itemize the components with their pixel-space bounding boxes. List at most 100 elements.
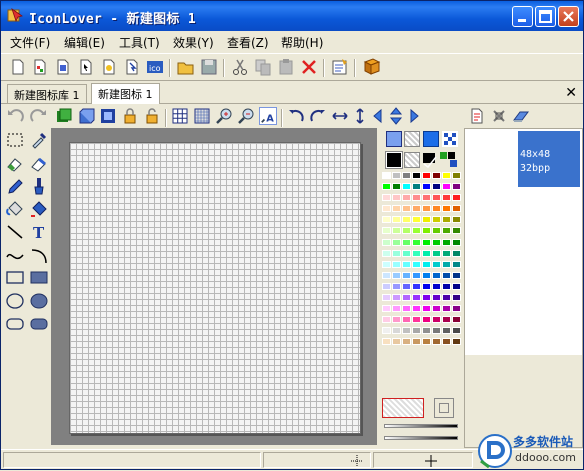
palette-swatch[interactable]: [402, 216, 411, 224]
palette-swatch[interactable]: [452, 194, 461, 202]
palette-swatch[interactable]: [452, 282, 461, 290]
pencil-icon[interactable]: [5, 176, 25, 196]
palette-swatch[interactable]: [412, 316, 421, 324]
palette-swatch[interactable]: [402, 183, 411, 191]
format-item-48x48[interactable]: 48x48 32bpp: [518, 131, 580, 187]
palette-swatch[interactable]: [382, 338, 391, 346]
tab-icon-library[interactable]: 新建图标库 1: [7, 84, 87, 103]
palette-swatch[interactable]: [392, 227, 401, 235]
text-tool-icon[interactable]: T: [29, 222, 49, 242]
menu-help[interactable]: 帮助(H): [281, 34, 323, 51]
tab-new-icon[interactable]: 新建图标 1: [91, 83, 160, 104]
color-mode-button[interactable]: [386, 131, 402, 147]
palette-swatch[interactable]: [382, 227, 391, 235]
palette-swatch[interactable]: [422, 183, 431, 191]
new-library-icon[interactable]: [77, 58, 95, 76]
palette-swatch[interactable]: [392, 194, 401, 202]
palette-swatch[interactable]: [432, 294, 441, 302]
save-disk-icon[interactable]: [200, 58, 218, 76]
ico-format-icon[interactable]: ico: [146, 58, 164, 76]
palette-swatch[interactable]: [402, 194, 411, 202]
flip-horizontal-icon[interactable]: [331, 107, 349, 125]
new-animated-icon[interactable]: [100, 58, 118, 76]
palette-swatch[interactable]: [402, 271, 411, 279]
palette-swatch[interactable]: [402, 316, 411, 324]
palette-swatch[interactable]: [412, 194, 421, 202]
palette-swatch[interactable]: [422, 271, 431, 279]
palette-swatch[interactable]: [402, 294, 411, 302]
palette-swatch[interactable]: [422, 338, 431, 346]
palette-swatch[interactable]: [452, 271, 461, 279]
cut-scissors-icon[interactable]: [231, 58, 249, 76]
fill-bucket-icon[interactable]: [5, 199, 25, 219]
palette-swatch[interactable]: [422, 249, 431, 257]
palette-swatch[interactable]: [432, 260, 441, 268]
palette-swatch[interactable]: [402, 327, 411, 335]
layer-green-icon[interactable]: [55, 107, 73, 125]
palette-swatch[interactable]: [392, 305, 401, 313]
rectangle-outline-icon[interactable]: [5, 268, 25, 288]
unlock-icon[interactable]: [143, 107, 161, 125]
palette-swatch[interactable]: [392, 260, 401, 268]
pixel-canvas[interactable]: [69, 142, 361, 434]
grid-pattern-icon[interactable]: [193, 107, 211, 125]
palette-swatch[interactable]: [402, 249, 411, 257]
palette-swatch[interactable]: [432, 271, 441, 279]
menu-effects[interactable]: 效果(Y): [173, 34, 214, 51]
rotate-left-icon[interactable]: [287, 107, 305, 125]
secondary-color-swatch[interactable]: [404, 152, 420, 168]
palette-swatch[interactable]: [442, 172, 451, 179]
palette-swatch[interactable]: [392, 183, 401, 191]
palette-swatch[interactable]: [442, 260, 451, 268]
menu-edit[interactable]: 编辑(E): [64, 34, 105, 51]
replace-color-icon[interactable]: [29, 199, 49, 219]
curve-icon[interactable]: [5, 245, 25, 265]
palette-swatch[interactable]: [442, 282, 451, 290]
palette-swatch[interactable]: [442, 271, 451, 279]
palette-swatch[interactable]: [382, 183, 391, 191]
palette-swatch[interactable]: [402, 205, 411, 213]
zoom-out-icon[interactable]: [237, 107, 255, 125]
new-cursor-icon[interactable]: [54, 58, 72, 76]
palette-swatch[interactable]: [392, 316, 401, 324]
selection-glow-icon[interactable]: [99, 107, 117, 125]
palette-swatch[interactable]: [432, 183, 441, 191]
palette-swatch[interactable]: [442, 216, 451, 224]
palette-swatch[interactable]: [382, 172, 391, 179]
palette-swatch[interactable]: [452, 227, 461, 235]
palette-swatch[interactable]: [452, 249, 461, 257]
palette-swatch[interactable]: [412, 183, 421, 191]
palette-swatch[interactable]: [382, 205, 391, 213]
palette-swatch[interactable]: [422, 260, 431, 268]
palette-swatch[interactable]: [442, 305, 451, 313]
rect-select-icon[interactable]: [5, 130, 25, 150]
ellipse-outline-icon[interactable]: [5, 291, 25, 311]
palette-swatch[interactable]: [442, 249, 451, 257]
palette-swatch[interactable]: [412, 271, 421, 279]
close-tab-icon[interactable]: ✕: [565, 85, 577, 101]
palette-swatch[interactable]: [422, 205, 431, 213]
copy-icon[interactable]: [254, 58, 272, 76]
palette-swatch[interactable]: [382, 294, 391, 302]
delete-format-icon[interactable]: [490, 107, 508, 125]
arc-icon[interactable]: [29, 245, 49, 265]
palette-swatch[interactable]: [392, 216, 401, 224]
palette-swatch[interactable]: [412, 172, 421, 179]
palette-swatch[interactable]: [432, 305, 441, 313]
palette-swatch[interactable]: [392, 238, 401, 246]
palette-swatch[interactable]: [382, 271, 391, 279]
palette-swatch[interactable]: [392, 172, 401, 179]
palette-swatch[interactable]: [392, 327, 401, 335]
undo-icon[interactable]: [7, 107, 25, 125]
palette-swatch[interactable]: [432, 227, 441, 235]
redo-icon[interactable]: [29, 107, 47, 125]
palette-swatch[interactable]: [392, 271, 401, 279]
move-right-icon[interactable]: [403, 107, 421, 125]
palette-swatch[interactable]: [432, 216, 441, 224]
palette-swatch[interactable]: [452, 183, 461, 191]
paste-icon[interactable]: [277, 58, 295, 76]
layer-blue-icon[interactable]: [77, 107, 95, 125]
palette-swatch[interactable]: [422, 305, 431, 313]
palette-swatch[interactable]: [412, 216, 421, 224]
flip-vertical-icon[interactable]: [351, 107, 369, 125]
